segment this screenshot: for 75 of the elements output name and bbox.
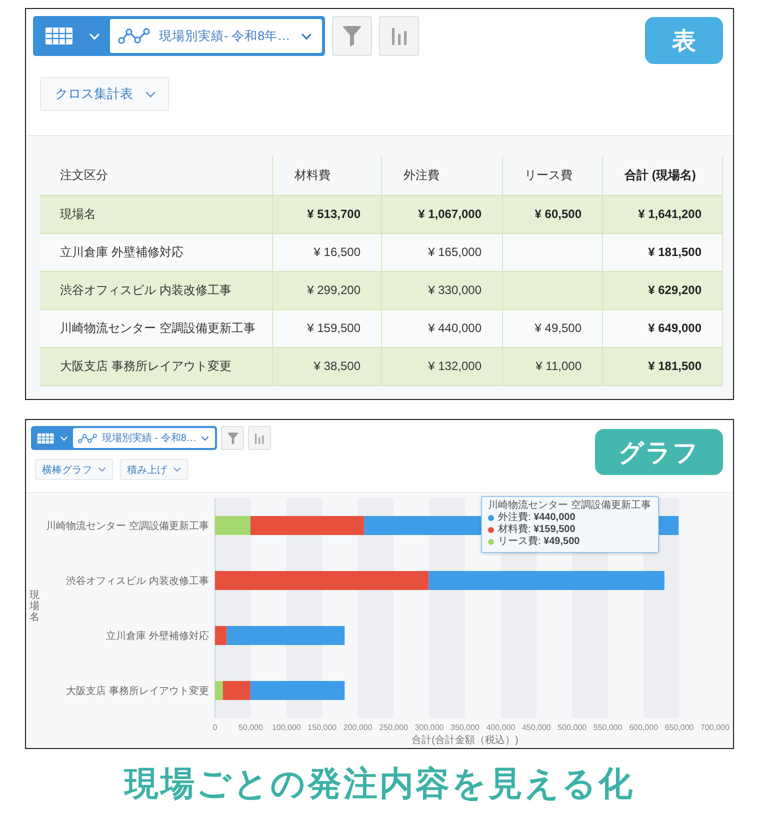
table-cell: ¥ 513,700 — [272, 195, 381, 233]
table-cell: ¥ 181,500 — [602, 347, 722, 385]
caption-text: 現場ごとの発注内容を見える化 — [124, 764, 634, 804]
table-cell: ¥ 132,000 — [381, 347, 502, 385]
tick-label: 500,000 — [558, 723, 587, 732]
table-cell: ¥ 649,000 — [602, 309, 722, 347]
tick-label: 200,000 — [343, 723, 372, 732]
dropdown-button[interactable]: クロス集計表 — [40, 77, 169, 111]
line-chart-icon — [78, 432, 97, 444]
table-cell: ¥ 1,067,000 — [381, 195, 502, 233]
chart-settings-button[interactable] — [248, 426, 272, 450]
table-cell: ¥ 49,500 — [502, 309, 602, 347]
tick-label: 150,000 — [308, 723, 337, 732]
tooltip-title: 川崎物流センター 空調設備更新工事 — [488, 500, 651, 512]
table-cell: ¥ 629,200 — [602, 271, 722, 309]
tick-label: 300,000 — [414, 723, 444, 732]
table-cell: 大阪支店 事務所レイアウト変更 — [40, 347, 272, 385]
tick-label: 600,000 — [629, 723, 658, 732]
table-cell: 川崎物流センター 空調設備更新工事 — [40, 309, 272, 347]
bar-chart-icon — [255, 432, 264, 444]
table-icon — [45, 27, 73, 45]
section-badge: グラフ — [595, 429, 723, 475]
table-cell: 現場名 — [40, 195, 272, 233]
table-cell: ¥ 38,500 — [272, 347, 381, 385]
filter-button[interactable] — [332, 16, 372, 56]
tick-label: 50,000 — [238, 723, 263, 732]
tick-label: 250,000 — [379, 723, 408, 732]
axis-title: 現場名 — [30, 590, 40, 622]
table-cell: ¥ 299,200 — [272, 271, 381, 309]
report-select[interactable]: 現場別実績 - 令和8… — [73, 428, 216, 448]
table-cell: ¥ 11,000 — [502, 347, 602, 385]
caret-icon — [98, 467, 106, 472]
filter-button[interactable] — [221, 426, 244, 450]
bar-chart-icon — [392, 27, 406, 45]
tooltip-text: リース費: ¥49,500 — [498, 536, 580, 548]
tooltip-text: 材料費: ¥159,500 — [498, 524, 576, 536]
tick-label: 650,000 — [664, 723, 694, 732]
category-label: 渋谷オフィスビル 内装改修工事 — [66, 576, 209, 587]
tick-label: 100,000 — [272, 723, 301, 732]
table-cell: ¥ 16,500 — [272, 233, 381, 271]
caret-icon — [201, 436, 210, 440]
table-cell: ¥ 181,500 — [602, 233, 722, 271]
table-cell: ¥ 159,500 — [272, 309, 381, 347]
table-cell: 立川倉庫 外壁補修対応 — [40, 233, 272, 271]
table-cell: ¥ 165,000 — [381, 233, 502, 271]
tick-label: 350,000 — [450, 723, 480, 732]
table-cell: ¥ 60,500 — [502, 195, 602, 233]
table-cell: 渋谷オフィスビル 内装改修工事 — [40, 271, 272, 309]
table-cell: ¥ 330,000 — [381, 271, 502, 309]
tick-label: 450,000 — [522, 723, 551, 732]
line-chart-icon — [118, 27, 150, 45]
tick-label: 400,000 — [486, 723, 516, 732]
table-cell: ¥ 440,000 — [381, 309, 502, 347]
tick-label: 0 — [212, 723, 218, 732]
table-icon — [37, 432, 54, 444]
caret-icon — [173, 467, 181, 472]
dropdown-button[interactable]: 横棒グラフ — [35, 459, 113, 480]
table-cell: ¥ 1,641,200 — [602, 195, 722, 233]
caret-icon — [145, 90, 156, 98]
chart-settings-button[interactable] — [379, 16, 419, 56]
category-label: 大阪支店 事務所レイアウト変更 — [66, 686, 209, 697]
report-select[interactable]: 現場別実績- 令和8年… — [110, 19, 322, 53]
tick-label: 550,000 — [593, 723, 622, 732]
filter-icon — [226, 432, 239, 444]
caret-icon — [89, 32, 100, 40]
category-label: 立川倉庫 外壁補修対応 — [106, 631, 209, 642]
caret-icon — [301, 32, 312, 40]
caret-icon — [60, 436, 68, 440]
axis-title: 合計(合計金額（税込）) — [412, 735, 518, 746]
tooltip-text: 外注費: ¥440,000 — [498, 512, 576, 524]
category-label: 川崎物流センター 空調設備更新工事 — [46, 521, 209, 532]
filter-icon — [342, 25, 362, 47]
dropdown-button[interactable]: 積み上げ — [120, 459, 188, 480]
section-badge: 表 — [645, 17, 723, 64]
tick-label: 700,000 — [700, 723, 730, 732]
